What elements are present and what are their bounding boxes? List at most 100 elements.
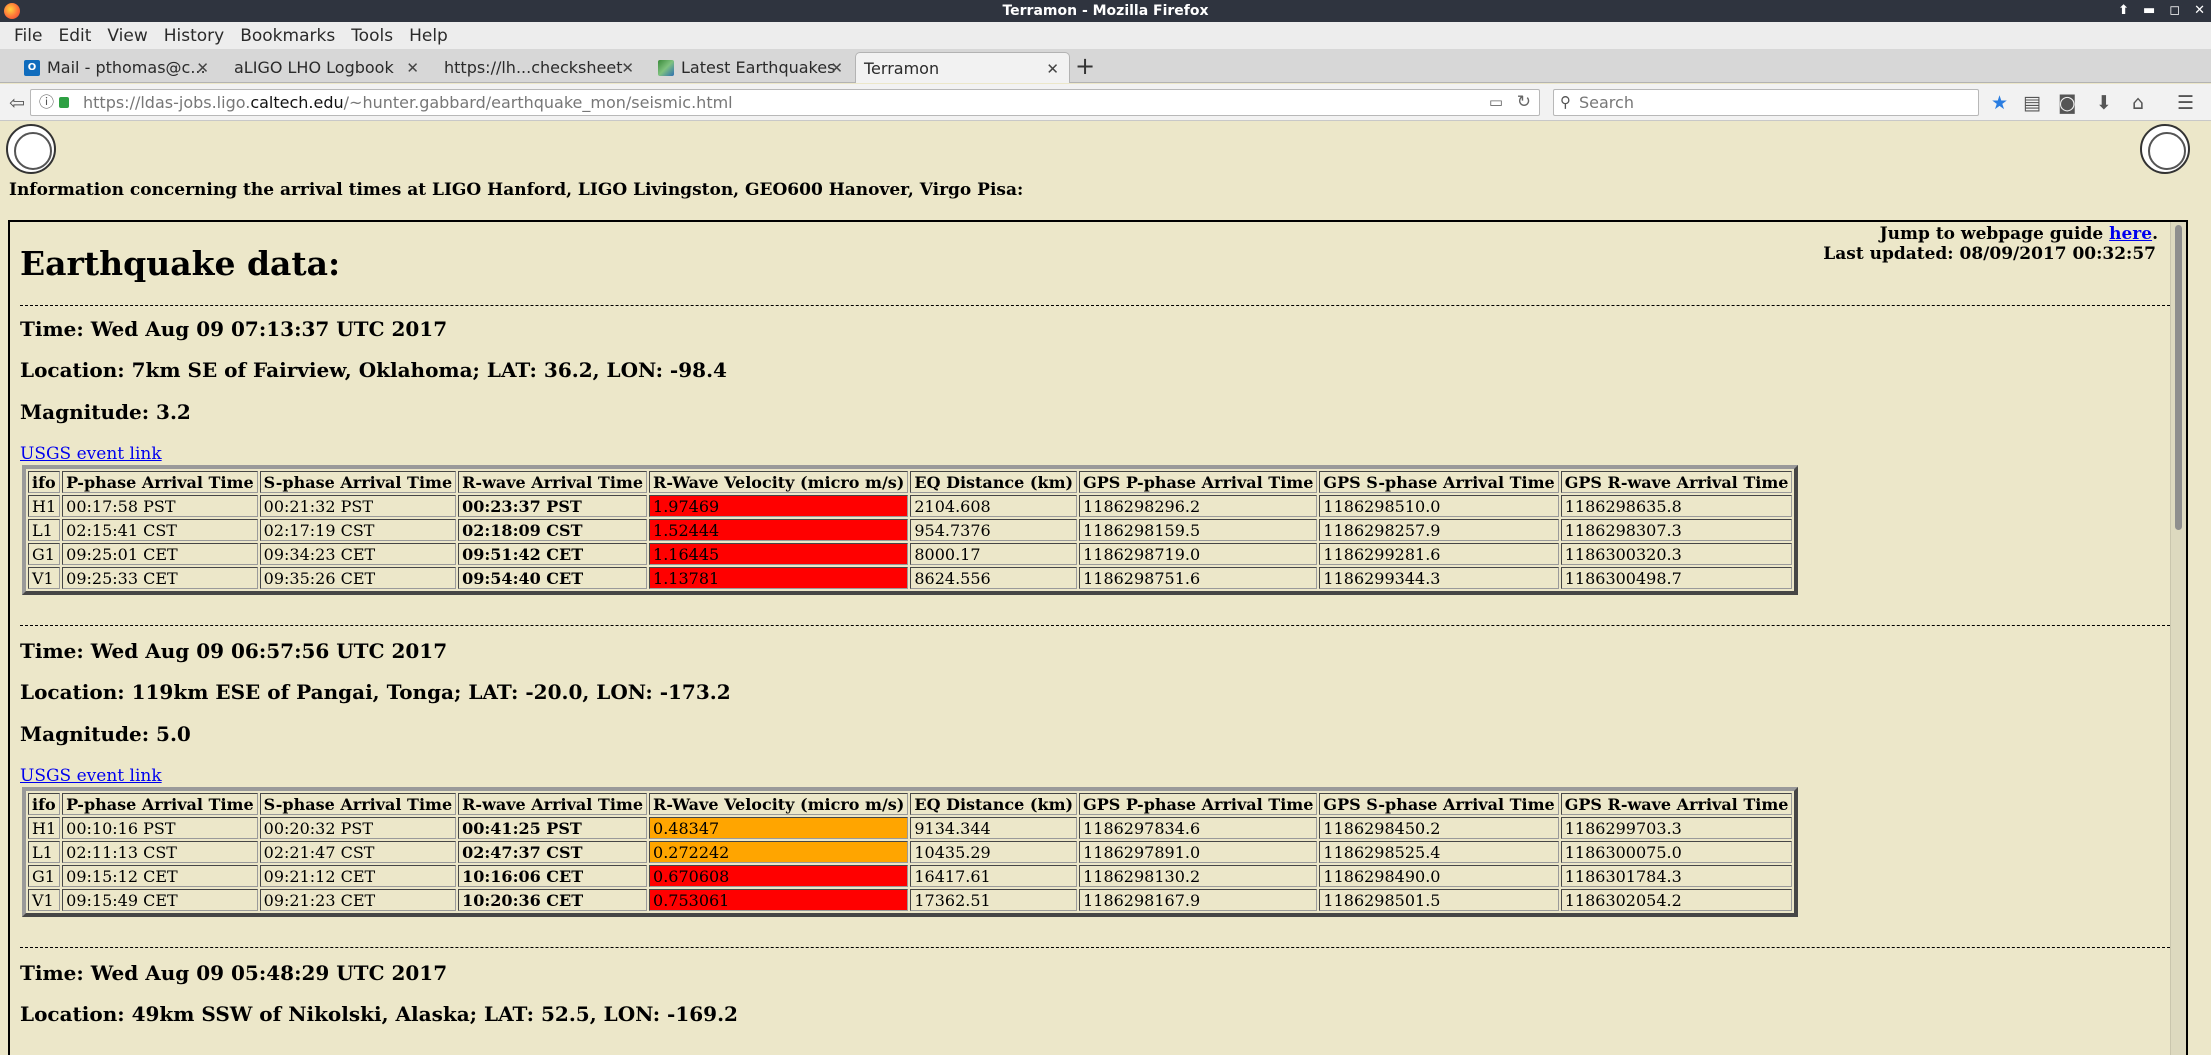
distance-cell: 16417.61 bbox=[910, 865, 1078, 887]
tab-checksheet[interactable]: https://lh...checksheet ✕ bbox=[434, 52, 644, 83]
url-bar[interactable]: ⓘ https://ldas-jobs.ligo.caltech.edu/~hu… bbox=[30, 89, 1540, 116]
tab-logbook[interactable]: aLIGO LHO Logbook ✕ bbox=[224, 52, 429, 83]
r-wave-cell: 00:23:37 PST bbox=[458, 495, 648, 517]
maximize-icon[interactable]: ◻ bbox=[2169, 0, 2180, 22]
ifo-cell: H1 bbox=[28, 817, 61, 839]
column-header: GPS P-phase Arrival Time bbox=[1079, 793, 1318, 815]
gps-p-cell: 1186298159.5 bbox=[1079, 519, 1318, 541]
column-header: ifo bbox=[28, 471, 61, 493]
usgs-event-link[interactable]: USGS event link bbox=[20, 766, 162, 786]
page-title: Earthquake data: bbox=[20, 244, 341, 283]
tab-label: Mail - pthomas@c... bbox=[47, 58, 206, 77]
menu-help[interactable]: Help bbox=[401, 26, 456, 46]
tab-label: Terramon bbox=[864, 58, 940, 78]
close-tab-icon[interactable]: ✕ bbox=[1046, 60, 1059, 78]
intro-text: Information concerning the arrival times… bbox=[9, 180, 1024, 200]
gps-r-cell: 1186300075.0 bbox=[1560, 841, 1793, 863]
close-tab-icon[interactable]: ✕ bbox=[830, 59, 843, 77]
close-tab-icon[interactable]: ✕ bbox=[406, 59, 419, 77]
menu-tools[interactable]: Tools bbox=[343, 26, 401, 46]
window-title: Terramon - Mozilla Firefox bbox=[1002, 3, 1209, 19]
home-icon[interactable]: ⌂ bbox=[2132, 92, 2144, 114]
s-phase-cell: 00:21:32 PST bbox=[259, 495, 457, 517]
guide-text: Jump to webpage guide bbox=[1879, 224, 2110, 244]
arrival-table: ifo P-phase Arrival Time S-phase Arrival… bbox=[22, 465, 1799, 595]
gps-p-cell: 1186298296.2 bbox=[1079, 495, 1318, 517]
distance-cell: 8000.17 bbox=[910, 543, 1078, 565]
ifo-cell: V1 bbox=[28, 889, 61, 911]
gps-s-cell: 1186298490.0 bbox=[1319, 865, 1559, 887]
table-header-row: ifo P-phase Arrival Time S-phase Arrival… bbox=[28, 793, 1793, 815]
menu-file[interactable]: File bbox=[6, 26, 50, 46]
data-frame: Jump to webpage guide here. Last updated… bbox=[8, 220, 2188, 1055]
reload-icon[interactable]: ↻ bbox=[1517, 90, 1531, 115]
minimize-icon[interactable]: ▬ bbox=[2143, 0, 2155, 22]
distance-cell: 10435.29 bbox=[910, 841, 1078, 863]
table-row: H1 00:17:58 PST 00:21:32 PST 00:23:37 PS… bbox=[28, 495, 1793, 517]
event-time: Time: Wed Aug 09 06:57:56 UTC 2017 bbox=[20, 639, 448, 663]
table-row: G1 09:15:12 CET 09:21:12 CET 10:16:06 CE… bbox=[28, 865, 1793, 887]
gps-r-cell: 1186300320.3 bbox=[1560, 543, 1793, 565]
ifo-cell: H1 bbox=[28, 495, 61, 517]
usgs-event-link[interactable]: USGS event link bbox=[20, 444, 162, 464]
tab-latest-earthquakes[interactable]: Latest Earthquakes ✕ bbox=[648, 52, 853, 83]
column-header: GPS S-phase Arrival Time bbox=[1319, 471, 1559, 493]
url-prefix: https://ldas-jobs.ligo. bbox=[83, 93, 251, 112]
tab-mail[interactable]: O Mail - pthomas@c... ✕ bbox=[14, 52, 219, 83]
close-window-icon[interactable]: ✕ bbox=[2194, 0, 2205, 22]
window-up-icon[interactable]: ⬆ bbox=[2118, 0, 2129, 22]
column-header: R-wave Arrival Time bbox=[458, 471, 648, 493]
site-info-icon[interactable]: ⓘ bbox=[39, 90, 54, 115]
page-scrollbar[interactable] bbox=[2170, 222, 2186, 1055]
velocity-cell: 1.13781 bbox=[649, 567, 909, 589]
ifo-cell: L1 bbox=[28, 519, 61, 541]
s-phase-cell: 09:21:12 CET bbox=[259, 865, 457, 887]
window-title-bar: Terramon - Mozilla Firefox ⬆ ▬ ◻ ✕ bbox=[0, 0, 2211, 22]
scrollbar-thumb[interactable] bbox=[2175, 225, 2182, 530]
r-wave-cell: 02:18:09 CST bbox=[458, 519, 648, 541]
search-input[interactable]: ⚲ Search bbox=[1553, 89, 1979, 116]
column-header: R-wave Arrival Time bbox=[458, 793, 648, 815]
bookmarks-list-icon[interactable]: ▤ bbox=[2023, 92, 2041, 114]
close-tab-icon[interactable]: ✕ bbox=[621, 59, 634, 77]
r-wave-cell: 10:16:06 CET bbox=[458, 865, 648, 887]
menu-view[interactable]: View bbox=[99, 26, 155, 46]
hamburger-menu-icon[interactable]: ☰ bbox=[2177, 92, 2194, 114]
s-phase-cell: 00:20:32 PST bbox=[259, 817, 457, 839]
search-icon: ⚲ bbox=[1560, 93, 1571, 111]
ifo-cell: V1 bbox=[28, 567, 61, 589]
bookmark-star-icon[interactable]: ★ bbox=[1991, 92, 2008, 114]
close-tab-icon[interactable]: ✕ bbox=[196, 59, 209, 77]
event-magnitude: Magnitude: 3.2 bbox=[20, 400, 191, 424]
guide-link[interactable]: here bbox=[2109, 224, 2152, 244]
table-row: H1 00:10:16 PST 00:20:32 PST 00:41:25 PS… bbox=[28, 817, 1793, 839]
column-header: GPS S-phase Arrival Time bbox=[1319, 793, 1559, 815]
reader-view-icon[interactable]: ▭ bbox=[1489, 90, 1503, 115]
new-tab-icon[interactable]: + bbox=[1075, 52, 1095, 80]
tab-label: https://lh...checksheet bbox=[444, 58, 623, 77]
ifo-cell: G1 bbox=[28, 865, 61, 887]
velocity-cell: 1.52444 bbox=[649, 519, 909, 541]
column-header: P-phase Arrival Time bbox=[62, 471, 258, 493]
tab-terramon[interactable]: Terramon ✕ bbox=[855, 52, 1070, 83]
table-row: L1 02:11:13 CST 02:21:47 CST 02:47:37 CS… bbox=[28, 841, 1793, 863]
gps-r-cell: 1186300498.7 bbox=[1560, 567, 1793, 589]
gps-r-cell: 1186302054.2 bbox=[1560, 889, 1793, 911]
gps-p-cell: 1186297834.6 bbox=[1079, 817, 1318, 839]
column-header: S-phase Arrival Time bbox=[259, 471, 457, 493]
earthquake-map-icon bbox=[658, 59, 674, 76]
gps-r-cell: 1186298635.8 bbox=[1560, 495, 1793, 517]
column-header: R-Wave Velocity (micro m/s) bbox=[649, 793, 909, 815]
velocity-cell: 0.670608 bbox=[649, 865, 909, 887]
back-icon[interactable]: ⇦ bbox=[9, 92, 25, 114]
pocket-icon[interactable]: ◙ bbox=[2058, 92, 2076, 114]
column-header: P-phase Arrival Time bbox=[62, 793, 258, 815]
menu-history[interactable]: History bbox=[156, 26, 232, 46]
column-header: GPS P-phase Arrival Time bbox=[1079, 471, 1318, 493]
p-phase-cell: 02:11:13 CST bbox=[62, 841, 258, 863]
menu-edit[interactable]: Edit bbox=[50, 26, 99, 46]
p-phase-cell: 00:17:58 PST bbox=[62, 495, 258, 517]
table-row: G1 09:25:01 CET 09:34:23 CET 09:51:42 CE… bbox=[28, 543, 1793, 565]
menu-bookmarks[interactable]: Bookmarks bbox=[232, 26, 343, 46]
downloads-icon[interactable]: ⬇ bbox=[2096, 92, 2112, 114]
